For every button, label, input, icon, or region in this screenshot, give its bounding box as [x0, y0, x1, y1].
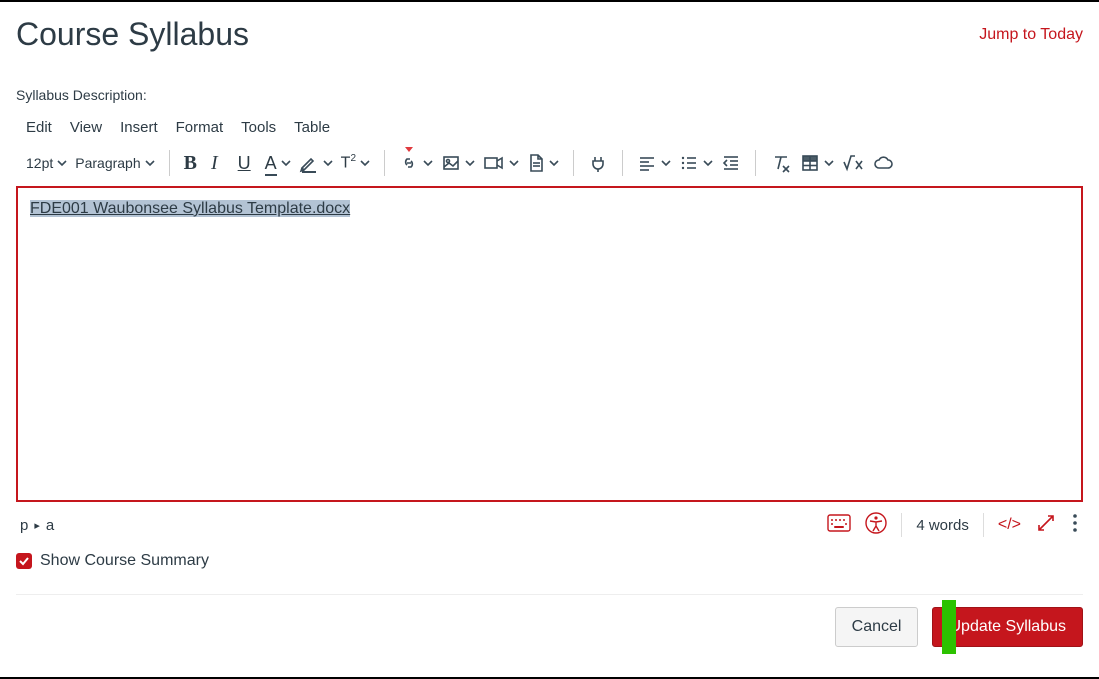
html-view-button[interactable]: </>: [998, 516, 1021, 534]
list-dropdown[interactable]: [679, 150, 713, 176]
align-dropdown[interactable]: [637, 150, 671, 176]
chevron-down-icon: [703, 158, 713, 168]
toolbar-separator: [755, 150, 756, 176]
block-format-label: Paragraph: [75, 155, 140, 171]
chevron-down-icon: [661, 158, 671, 168]
chevron-down-icon: [549, 158, 559, 168]
status-separator: [901, 513, 902, 537]
media-icon: [483, 153, 505, 173]
editor-statusbar: p ▸ a 4 words </>: [16, 502, 1083, 546]
link-dropdown[interactable]: [399, 150, 433, 176]
editor-toolbar: 12pt Paragraph B I U A T2: [16, 146, 1083, 186]
document-icon: [527, 153, 545, 173]
block-format-dropdown[interactable]: Paragraph: [75, 150, 154, 176]
italic-button[interactable]: I: [211, 150, 218, 176]
word-count: 4 words: [916, 517, 969, 534]
align-left-icon: [637, 153, 657, 173]
chevron-down-icon: [360, 158, 370, 168]
menu-tools[interactable]: Tools: [241, 119, 276, 136]
document-dropdown[interactable]: [527, 150, 559, 176]
chevron-down-icon: [824, 158, 834, 168]
image-dropdown[interactable]: [441, 150, 475, 176]
footer-actions: Cancel Update Syllabus: [16, 607, 1083, 647]
clear-format-icon: [770, 153, 792, 173]
clear-formatting-button[interactable]: [770, 150, 792, 176]
chevron-down-icon: [281, 158, 291, 168]
highlighter-icon: [299, 153, 319, 173]
table-icon: [800, 153, 820, 173]
more-options-button[interactable]: [1071, 512, 1079, 538]
rich-text-editor[interactable]: FDE001 Waubonsee Syllabus Template.docx: [16, 186, 1083, 502]
underline-button[interactable]: U: [238, 150, 251, 176]
equation-icon: [842, 153, 864, 173]
keyboard-icon: [827, 514, 851, 532]
editor-link[interactable]: FDE001 Waubonsee Syllabus Template.docx: [30, 200, 350, 217]
toolbar-separator: [573, 150, 574, 176]
equation-button[interactable]: [842, 150, 864, 176]
chevron-down-icon: [323, 158, 333, 168]
checkmark-icon: [18, 555, 30, 567]
show-course-summary-label: Show Course Summary: [40, 552, 209, 570]
show-course-summary-checkbox[interactable]: [16, 553, 32, 569]
accessibility-icon: [865, 512, 887, 534]
menu-edit[interactable]: Edit: [26, 119, 52, 136]
element-path-separator: ▸: [34, 519, 40, 532]
highlight-color-dropdown[interactable]: [299, 150, 333, 176]
jump-to-today-link[interactable]: Jump to Today: [979, 26, 1083, 44]
font-size-label: 12pt: [26, 155, 53, 171]
menu-table[interactable]: Table: [294, 119, 330, 136]
chevron-down-icon: [145, 158, 155, 168]
chevron-down-icon: [465, 158, 475, 168]
chevron-down-icon: [57, 158, 67, 168]
keyboard-shortcuts-button[interactable]: [827, 514, 851, 536]
media-dropdown[interactable]: [483, 150, 519, 176]
cloud-embed-icon: [872, 153, 894, 173]
bold-button[interactable]: B: [184, 150, 197, 176]
outdent-button[interactable]: [721, 150, 741, 176]
syllabus-description-label: Syllabus Description:: [16, 87, 1083, 103]
menu-insert[interactable]: Insert: [120, 119, 158, 136]
element-path-p[interactable]: p: [20, 517, 28, 534]
status-separator: [983, 513, 984, 537]
font-size-dropdown[interactable]: 12pt: [26, 150, 67, 176]
table-dropdown[interactable]: [800, 150, 834, 176]
cancel-button[interactable]: Cancel: [835, 607, 919, 647]
outdent-icon: [721, 153, 741, 173]
toolbar-separator: [384, 150, 385, 176]
element-path-a[interactable]: a: [46, 517, 54, 534]
editor-menubar: Edit View Insert Format Tools Table: [16, 113, 1083, 146]
toolbar-separator: [622, 150, 623, 176]
chevron-down-icon: [423, 158, 433, 168]
editor-link-text: FDE001 Waubonsee Syllabus Template.docx: [30, 200, 350, 217]
fullscreen-button[interactable]: [1035, 512, 1057, 538]
link-icon: [399, 153, 419, 173]
plug-icon: [588, 153, 608, 173]
kebab-icon: [1071, 512, 1079, 534]
toolbar-separator: [169, 150, 170, 176]
embed-button[interactable]: [872, 150, 894, 176]
bullet-list-icon: [679, 153, 699, 173]
fullscreen-icon: [1035, 512, 1057, 534]
image-icon: [441, 153, 461, 173]
footer-divider: [16, 594, 1083, 595]
a11y-checker-button[interactable]: [865, 512, 887, 538]
menu-view[interactable]: View: [70, 119, 102, 136]
annotation-highlight: [942, 600, 956, 654]
menu-format[interactable]: Format: [176, 119, 224, 136]
apps-button[interactable]: [588, 150, 608, 176]
superscript-dropdown[interactable]: T2: [341, 150, 370, 176]
chevron-down-icon: [509, 158, 519, 168]
page-title: Course Syllabus: [16, 16, 249, 53]
text-color-dropdown[interactable]: A: [265, 150, 291, 176]
